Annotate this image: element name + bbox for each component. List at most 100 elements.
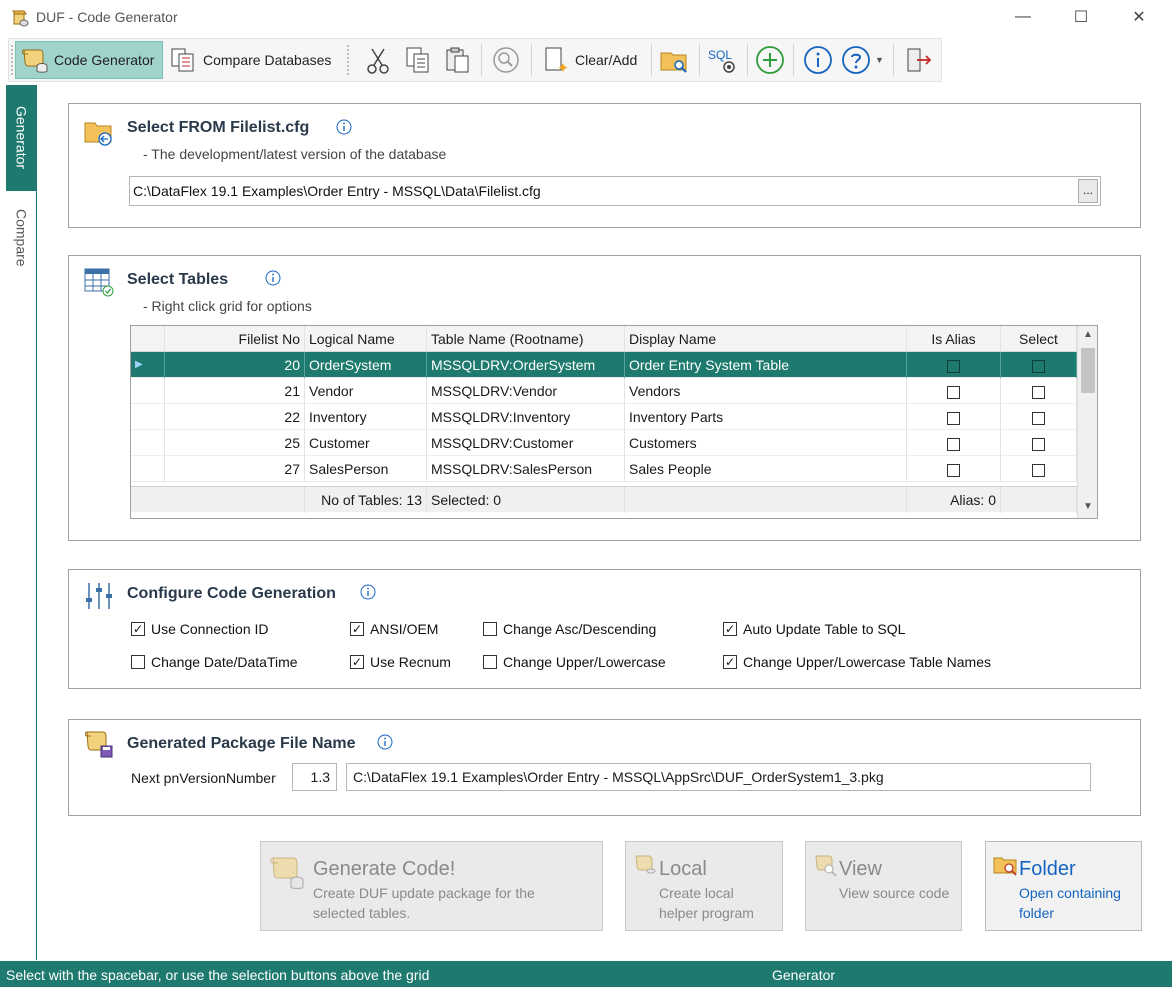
select-checkbox[interactable] — [1032, 359, 1045, 373]
scroll-down-icon[interactable]: ▼ — [1078, 498, 1097, 516]
exit-button[interactable] — [899, 41, 937, 79]
local-desc-line1: Create local — [659, 885, 734, 901]
checkbox-box[interactable]: ✓ — [723, 655, 737, 669]
cell-select[interactable] — [1001, 430, 1077, 456]
find-button[interactable] — [487, 41, 525, 79]
row-indicator — [131, 404, 165, 430]
version-input[interactable]: 1.3 — [292, 763, 337, 791]
col-select[interactable]: Select — [1001, 326, 1077, 352]
maximize-button[interactable]: ☐ — [1058, 0, 1104, 34]
cell-is-alias[interactable] — [907, 456, 1001, 482]
scroll-database-icon — [22, 49, 48, 73]
help-dropdown-icon[interactable]: ▼ — [875, 55, 884, 65]
col-table-name[interactable]: Table Name (Rootname) — [427, 326, 625, 352]
package-info-icon[interactable] — [377, 734, 393, 750]
tab-generator[interactable]: Generator — [6, 85, 37, 191]
select-checkbox[interactable] — [1032, 437, 1045, 451]
cell-is-alias[interactable] — [907, 352, 1001, 378]
use-connection-id-checkbox[interactable]: ✓ Use Connection ID — [131, 621, 269, 637]
checkbox-box[interactable]: ✓ — [723, 622, 737, 636]
toolbar-grip-2[interactable] — [347, 45, 350, 75]
open-folder-button[interactable] — [655, 41, 693, 79]
select-checkbox[interactable] — [1032, 411, 1045, 425]
table-row[interactable]: ▶ 20 OrderSystem MSSQLDRV:OrderSystem Or… — [131, 352, 1077, 378]
local-description: Create local helper program — [659, 883, 754, 923]
minimize-button[interactable]: — — [1000, 0, 1046, 34]
is-alias-checkbox[interactable] — [947, 437, 960, 451]
cell-select[interactable] — [1001, 378, 1077, 404]
select-from-info-icon[interactable] — [336, 119, 352, 135]
add-button[interactable] — [751, 41, 789, 79]
checkbox-box[interactable]: ✓ — [131, 622, 145, 636]
cell-is-alias[interactable] — [907, 378, 1001, 404]
change-upper-lowercase-checkbox[interactable]: Change Upper/Lowercase — [483, 654, 666, 670]
ansi-oem-checkbox[interactable]: ✓ ANSI/OEM — [350, 621, 438, 637]
checkbox-label: ANSI/OEM — [370, 621, 439, 637]
row-pointer-icon: ▶ — [131, 352, 165, 378]
col-filelist-no[interactable]: Filelist No — [165, 326, 305, 352]
cell-select[interactable] — [1001, 456, 1077, 482]
checkbox-box[interactable]: ✓ — [350, 622, 364, 636]
new-document-icon — [545, 47, 568, 72]
is-alias-checkbox[interactable] — [947, 385, 960, 399]
is-alias-checkbox[interactable] — [947, 411, 960, 425]
col-display-name[interactable]: Display Name — [625, 326, 907, 352]
select-tables-title: Select Tables — [127, 271, 229, 288]
col-logical-name[interactable]: Logical Name — [305, 326, 427, 352]
status-mode: Generator — [772, 967, 836, 983]
filelist-path-input[interactable]: C:\DataFlex 19.1 Examples\Order Entry - … — [129, 176, 1101, 206]
checkbox-box[interactable] — [131, 655, 145, 669]
folder-button[interactable]: Folder Open containing folder — [985, 841, 1142, 931]
table-check-icon — [84, 268, 114, 297]
table-row[interactable]: 27 SalesPerson MSSQLDRV:SalesPerson Sale… — [131, 456, 1077, 482]
tab-compare[interactable]: Compare — [6, 203, 37, 273]
sql-settings-button[interactable]: SQL — [703, 41, 741, 79]
select-from-panel: Select FROM Filelist.cfg - The developme… — [68, 103, 1141, 228]
select-checkbox[interactable] — [1032, 463, 1045, 477]
configure-info-icon[interactable] — [360, 584, 376, 600]
compare-databases-button[interactable]: Compare Databases — [165, 41, 343, 79]
table-row[interactable]: 25 Customer MSSQLDRV:Customer Customers — [131, 430, 1077, 456]
code-generator-button[interactable]: Code Generator — [15, 41, 163, 79]
cell-is-alias[interactable] — [907, 404, 1001, 430]
scroll-save-icon — [85, 731, 113, 758]
clear-add-button[interactable]: Clear/Add — [537, 41, 647, 79]
local-button[interactable]: Local Create local helper program — [625, 841, 783, 931]
checkbox-box[interactable]: ✓ — [350, 655, 364, 669]
toolbar-grip[interactable] — [11, 45, 14, 75]
scroll-thumb[interactable] — [1081, 348, 1095, 393]
checkbox-box[interactable] — [483, 622, 497, 636]
help-button[interactable]: ▼ — [837, 41, 888, 79]
table-row[interactable]: 22 Inventory MSSQLDRV:Inventory Inventor… — [131, 404, 1077, 430]
browse-filelist-button[interactable]: ... — [1078, 179, 1098, 203]
col-is-alias[interactable]: Is Alias — [907, 326, 1001, 352]
select-tables-info-icon[interactable] — [265, 270, 281, 286]
generate-code-button[interactable]: Generate Code! Create DUF update package… — [260, 841, 603, 931]
change-table-names-case-checkbox[interactable]: ✓ Change Upper/Lowercase Table Names — [723, 654, 991, 670]
cut-button[interactable] — [359, 41, 397, 79]
close-button[interactable]: ✕ — [1116, 0, 1162, 34]
view-button[interactable]: View View source code — [805, 841, 962, 931]
is-alias-checkbox[interactable] — [947, 359, 960, 373]
is-alias-checkbox[interactable] — [947, 463, 960, 477]
grid-scrollbar[interactable]: ▲ ▼ — [1077, 326, 1097, 518]
table-row[interactable]: 21 Vendor MSSQLDRV:Vendor Vendors — [131, 378, 1077, 404]
cell-select[interactable] — [1001, 352, 1077, 378]
change-asc-descending-checkbox[interactable]: Change Asc/Descending — [483, 621, 656, 637]
cell-select[interactable] — [1001, 404, 1077, 430]
folder-desc-line1: Open containing — [1019, 885, 1121, 901]
checkbox-box[interactable] — [483, 655, 497, 669]
cell-table-name: MSSQLDRV:Customer — [427, 430, 625, 456]
package-path-input[interactable]: C:\DataFlex 19.1 Examples\Order Entry - … — [346, 763, 1091, 791]
change-date-datatime-checkbox[interactable]: Change Date/DataTime — [131, 654, 298, 670]
scroll-up-icon[interactable]: ▲ — [1078, 326, 1097, 344]
select-checkbox[interactable] — [1032, 385, 1045, 399]
tables-grid[interactable]: Filelist No Logical Name Table Name (Roo… — [130, 325, 1098, 519]
info-button[interactable] — [799, 41, 837, 79]
auto-update-table-checkbox[interactable]: ✓ Auto Update Table to SQL — [723, 621, 905, 637]
cell-is-alias[interactable] — [907, 430, 1001, 456]
window-title: DUF - Code Generator — [36, 9, 178, 25]
use-recnum-checkbox[interactable]: ✓ Use Recnum — [350, 654, 451, 670]
paste-button[interactable] — [439, 41, 477, 79]
copy-button[interactable] — [399, 41, 437, 79]
